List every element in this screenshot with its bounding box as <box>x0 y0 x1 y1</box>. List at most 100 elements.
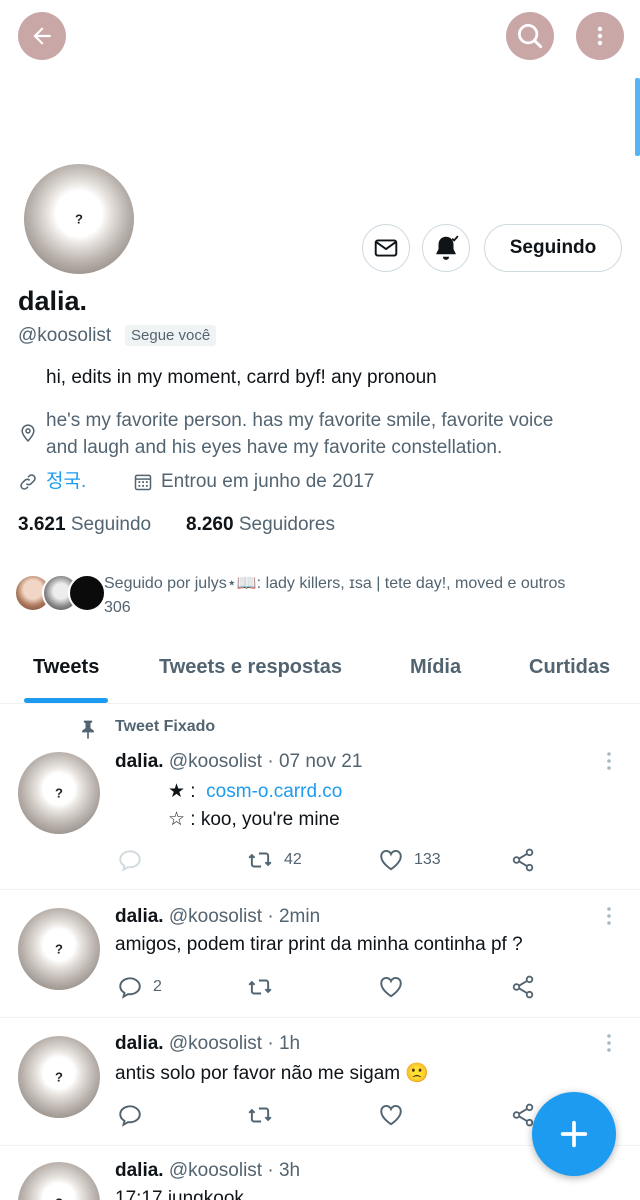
share-icon <box>512 975 534 999</box>
avatar-placeholder: ? <box>55 785 63 801</box>
tweet-avatar[interactable]: ? <box>18 752 100 834</box>
link-icon <box>20 474 36 490</box>
tweet-more-icon[interactable] <box>604 906 614 926</box>
retweet-icon <box>248 852 272 868</box>
tweet-text-line2: ☆ : koo, you're mine <box>168 809 340 830</box>
tweet-author-name: dalia. <box>115 1160 164 1181</box>
tweet-avatar[interactable]: ? <box>18 1036 100 1118</box>
like-button[interactable]: 133 <box>378 845 441 875</box>
search-button[interactable] <box>506 12 554 60</box>
arrow-left-icon <box>33 27 51 45</box>
search-icon <box>518 24 543 49</box>
reply-button[interactable] <box>117 845 153 875</box>
retweet-icon <box>248 1107 272 1123</box>
scrollbar[interactable] <box>635 78 640 156</box>
tweet-bullet-star: ★ : <box>168 781 196 802</box>
following-button[interactable]: Seguindo <box>484 224 622 272</box>
retweet-button[interactable] <box>246 1100 284 1130</box>
reply-button[interactable] <box>117 1100 153 1130</box>
tweet-text: amigos, podem tirar print da minha conti… <box>115 934 523 955</box>
followers-count: 8.260 <box>186 514 234 535</box>
tweet-text: antis solo por favor não me sigam 🙁 <box>115 1063 430 1084</box>
reply-count: 2 <box>153 978 162 995</box>
followed-by-line2: 306 <box>104 599 131 616</box>
avatar-placeholder: ? <box>75 211 83 227</box>
followers-stat[interactable]: 8.260 Seguidores <box>186 514 335 536</box>
tweet-item-pinned[interactable]: ? dalia. @koosolist · 07 nov 21 ★ : cosm… <box>0 704 640 890</box>
compose-tweet-button[interactable] <box>532 1092 616 1176</box>
tweet-avatar[interactable]: ? <box>18 1162 100 1200</box>
tab-tweets[interactable]: Tweets <box>33 656 99 679</box>
avatar-placeholder: ? <box>18 1196 100 1200</box>
tweet-actions: 42 133 <box>115 845 555 875</box>
profile-location-line1: he's my favorite person. has my favorite… <box>46 410 554 431</box>
followed-by-text[interactable]: Seguido por julys⋆📖: lady killers, ɪsa |… <box>104 572 624 620</box>
tab-tweets-and-replies[interactable]: Tweets e respostas <box>159 656 342 679</box>
retweet-button[interactable]: 42 <box>246 845 302 875</box>
share-button[interactable] <box>510 972 546 1002</box>
message-button[interactable] <box>362 224 410 272</box>
tweet-handle-date: @koosolist · 07 nov 21 <box>168 751 363 772</box>
tweet-author-name: dalia. <box>115 906 164 927</box>
profile-location-line2: and laugh and his eyes have my favorite … <box>46 437 503 458</box>
follower-avatar <box>68 574 106 612</box>
profile-bio: hi, edits in my moment, carrd byf! any p… <box>46 367 437 388</box>
tweet-header: dalia. @koosolist · 2min <box>115 906 320 928</box>
tweet-actions: 2 <box>115 972 555 1002</box>
tweet-more-icon[interactable] <box>604 1033 614 1053</box>
retweet-button[interactable] <box>246 972 284 1002</box>
like-button[interactable] <box>378 1100 414 1130</box>
tweet-handle-date: @koosolist · 1h <box>168 1033 301 1054</box>
notifications-button[interactable] <box>422 224 470 272</box>
tweet-item[interactable]: ? dalia. @koosolist · 2min amigos, podem… <box>0 890 640 1018</box>
bell-check-icon <box>436 235 459 260</box>
tweet-handle-date: @koosolist · 3h <box>168 1160 301 1181</box>
profile-handle: @koosolist <box>18 325 112 346</box>
profile-tabs: Tweets Tweets e respostas Mídia Curtidas <box>0 640 640 704</box>
retweet-count: 42 <box>284 851 302 868</box>
followers-label: Seguidores <box>238 514 335 535</box>
back-button[interactable] <box>18 12 66 60</box>
retweet-icon <box>248 979 272 995</box>
tweet-header: dalia. @koosolist · 07 nov 21 <box>115 751 362 773</box>
tweet-more-icon[interactable] <box>604 751 614 771</box>
calendar-icon <box>134 474 152 491</box>
tweet-actions <box>115 1100 555 1130</box>
reply-icon <box>119 977 141 999</box>
reply-icon <box>119 850 141 872</box>
following-stat[interactable]: 3.621 Seguindo <box>18 514 151 536</box>
tab-media[interactable]: Mídia <box>410 656 461 679</box>
heart-icon <box>380 1105 402 1126</box>
tweet-avatar[interactable]: ? <box>18 908 100 990</box>
tweet-text-line1: ★ : cosm-o.carrd.co <box>168 780 342 803</box>
share-button[interactable] <box>510 845 546 875</box>
tweet-author-name: dalia. <box>115 751 164 772</box>
following-count: 3.621 <box>18 514 66 535</box>
profile-joined-date: Entrou em junho de 2017 <box>161 471 375 492</box>
profile-avatar[interactable]: ? <box>20 160 138 278</box>
following-label: Seguindo <box>70 514 152 535</box>
tab-likes[interactable]: Curtidas <box>529 656 610 679</box>
followed-by-avatars[interactable] <box>14 574 106 614</box>
envelope-icon <box>374 239 398 257</box>
more-options-button[interactable] <box>576 12 624 60</box>
profile-website-link[interactable]: 정국. <box>46 468 86 495</box>
tweet-header: dalia. @koosolist · 1h <box>115 1033 300 1055</box>
tweet-author-name: dalia. <box>115 1033 164 1054</box>
plus-icon <box>560 1120 588 1148</box>
like-count: 133 <box>414 851 441 868</box>
heart-icon <box>380 850 402 871</box>
like-button[interactable] <box>378 972 414 1002</box>
share-icon <box>512 848 534 872</box>
reply-button[interactable]: 2 <box>117 972 162 1002</box>
reply-icon <box>119 1105 141 1127</box>
heart-icon <box>380 977 402 998</box>
more-vertical-icon <box>597 26 603 46</box>
followed-by-line1: Seguido por julys⋆📖: lady killers, ɪsa |… <box>104 575 566 592</box>
profile-name: dalia. <box>18 286 88 316</box>
avatar-placeholder: ? <box>55 941 63 957</box>
follows-you-badge: Segue você <box>125 325 217 346</box>
tweet-link[interactable]: cosm-o.carrd.co <box>206 781 342 802</box>
location-pin-icon <box>21 424 35 442</box>
tweet-header: dalia. @koosolist · 3h <box>115 1160 300 1182</box>
